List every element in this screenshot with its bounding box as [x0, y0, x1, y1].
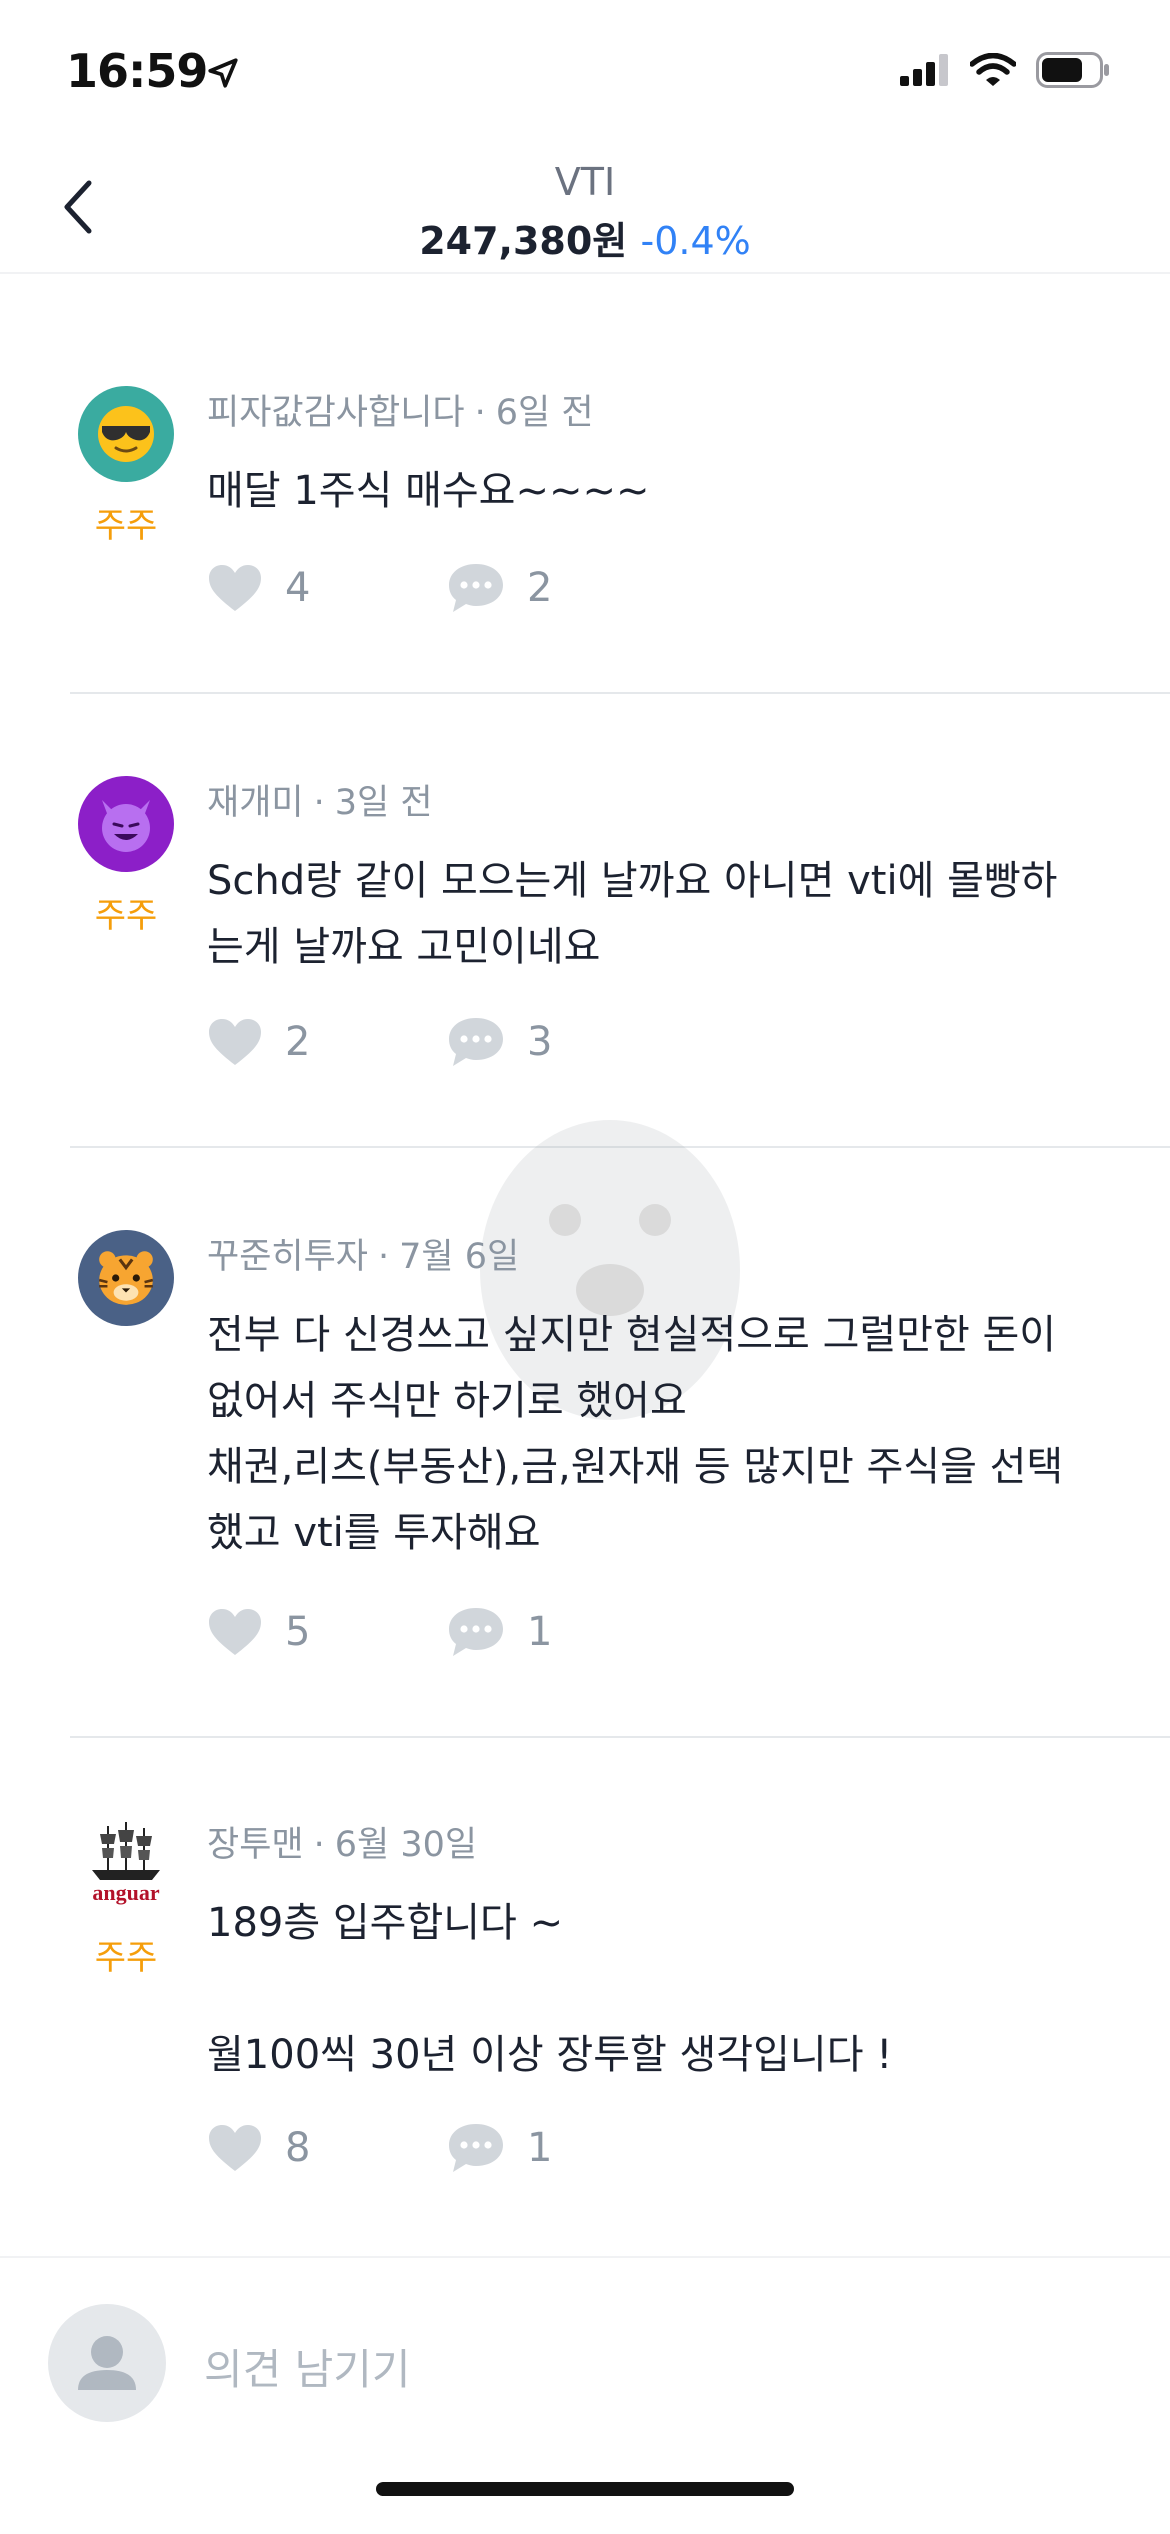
comment-button[interactable]: 2: [447, 562, 552, 614]
home-indicator[interactable]: [376, 2482, 794, 2496]
post-body[interactable]: 매달 1주식 매수요~~~~: [207, 458, 1107, 524]
post-actions: 4 2: [207, 562, 552, 614]
smiling-devil-icon: [102, 800, 150, 852]
comment-button[interactable]: 1: [447, 2122, 552, 2174]
comment-post[interactable]: anguar 주주 장투맨 · 6월 30일 189층 입주합니다 ~ 월100씩 …: [0, 1812, 1170, 2252]
location-arrow-icon: [208, 58, 238, 88]
post-divider: [70, 1736, 1170, 1738]
battery-icon: [1036, 52, 1109, 88]
comment-count: 1: [527, 2125, 553, 2171]
author-name[interactable]: 꾸준히투자: [207, 1237, 368, 1277]
comment-button[interactable]: 3: [447, 1016, 552, 1068]
logo-wordmark: anguar: [92, 1880, 159, 1905]
comment-count: 3: [527, 1019, 553, 1065]
speech-bubble-icon: [449, 2124, 503, 2172]
post-time: 6월 30일: [334, 1825, 478, 1865]
status-time: 16:59: [66, 44, 208, 98]
sunglasses-face-icon: [98, 406, 154, 462]
post-actions: 8 1: [207, 2122, 552, 2174]
post-line: [207, 1956, 1107, 2022]
post-meta: 재개미 · 3일 전: [207, 783, 433, 823]
stock-price: 247,380원: [419, 219, 628, 263]
like-button[interactable]: 5: [207, 1607, 447, 1657]
post-time: 3일 전: [334, 783, 433, 823]
post-line: 월100씩 30년 이상 장투할 생각입니다 !: [207, 2032, 893, 2078]
post-body[interactable]: Schd랑 같이 모으는게 날까요 아니면 vti에 몰빵하 는게 날까요 고민…: [207, 848, 1107, 980]
post-actions: 5 1: [207, 1606, 552, 1658]
post-time: 7월 6일: [399, 1237, 520, 1277]
post-line: 매달 1주식 매수요~~~~: [207, 468, 650, 514]
like-button[interactable]: 8: [207, 2123, 447, 2173]
post-line: 했고 vti를 투자해요: [207, 1510, 541, 1556]
comment-button[interactable]: 1: [447, 1606, 552, 1658]
user-avatar[interactable]: anguar: [78, 1818, 174, 1914]
comment-post[interactable]: 주주 재개미 · 3일 전 Schd랑 같이 모으는게 날까요 아니면 vti에 몰…: [0, 770, 1170, 1146]
tiger-face-icon: [98, 1251, 154, 1305]
post-body[interactable]: 189층 입주합니다 ~ 월100씩 30년 이상 장투할 생각입니다 !: [207, 1890, 1107, 2088]
status-bar: 16:59: [0, 0, 1170, 150]
my-avatar[interactable]: [48, 2304, 166, 2422]
post-meta: 장투맨 · 6월 30일: [207, 1825, 478, 1865]
user-avatar[interactable]: [78, 386, 174, 482]
heart-icon: [209, 1609, 261, 1655]
author-name[interactable]: 재개미: [207, 783, 304, 823]
like-button[interactable]: 4: [207, 563, 447, 613]
cellular-signal-icon: [900, 54, 948, 86]
comment-count: 2: [527, 565, 553, 611]
wifi-icon: [970, 53, 1016, 86]
user-avatar[interactable]: [78, 776, 174, 872]
speech-bubble-icon: [449, 1608, 503, 1656]
post-line: 전부 다 신경쓰고 싶지만 현실적으로 그럴만한 돈이: [207, 1312, 1057, 1358]
comment-count: 1: [527, 1609, 553, 1655]
stock-header: VTI 247,380원 -0.4%: [0, 150, 1170, 274]
speech-bubble-icon: [449, 564, 503, 612]
stock-ticker: VTI: [554, 160, 616, 204]
post-line: Schd랑 같이 모으는게 날까요 아니면 vti에 몰빵하: [207, 858, 1058, 904]
post-line: 189층 입주합니다 ~: [207, 1900, 564, 1946]
comment-input[interactable]: 의견 남기기: [204, 2336, 411, 2397]
post-divider: [70, 692, 1170, 694]
author-name[interactable]: 장투맨: [207, 1825, 304, 1865]
post-actions: 2 3: [207, 1016, 552, 1068]
like-count: 4: [285, 565, 311, 611]
like-count: 2: [285, 1019, 311, 1065]
default-user-icon: [78, 2336, 136, 2390]
like-button[interactable]: 2: [207, 1017, 447, 1067]
shareholder-badge: 주주: [94, 506, 158, 546]
like-count: 8: [285, 2125, 311, 2171]
heart-icon: [209, 2125, 261, 2171]
comment-post[interactable]: 꾸준히투자 · 7월 6일 전부 다 신경쓰고 싶지만 현실적으로 그럴만한 돈이 …: [0, 1224, 1170, 1736]
heart-icon: [209, 1019, 261, 1065]
user-avatar[interactable]: [78, 1230, 174, 1326]
comment-post[interactable]: 주주 피자값감사합니다 · 6일 전 매달 1주식 매수요~~~~ 4 2: [0, 380, 1170, 692]
speech-bubble-icon: [449, 1018, 503, 1066]
post-line: 없어서 주식만 하기로 했어요: [207, 1378, 687, 1424]
post-meta: 꾸준히투자 · 7월 6일: [207, 1237, 520, 1277]
stock-change: -0.4%: [640, 219, 751, 263]
stock-price-line: 247,380원 -0.4%: [0, 210, 1170, 265]
shareholder-badge: 주주: [94, 1938, 158, 1978]
author-name[interactable]: 피자값감사합니다: [207, 393, 465, 433]
like-count: 5: [285, 1609, 311, 1655]
heart-icon: [209, 565, 261, 611]
post-body[interactable]: 전부 다 신경쓰고 싶지만 현실적으로 그럴만한 돈이 없어서 주식만 하기로 …: [207, 1302, 1107, 1566]
post-meta: 피자값감사합니다 · 6일 전: [207, 393, 594, 433]
shareholder-badge: 주주: [94, 896, 158, 936]
vanguard-ship-logo-icon: anguar: [92, 1822, 160, 1905]
post-line: 채권,리츠(부동산),금,원자재 등 많지만 주식을 선택: [207, 1444, 1064, 1490]
post-time: 6일 전: [495, 393, 594, 433]
post-line: 는게 날까요 고민이네요: [207, 924, 601, 970]
